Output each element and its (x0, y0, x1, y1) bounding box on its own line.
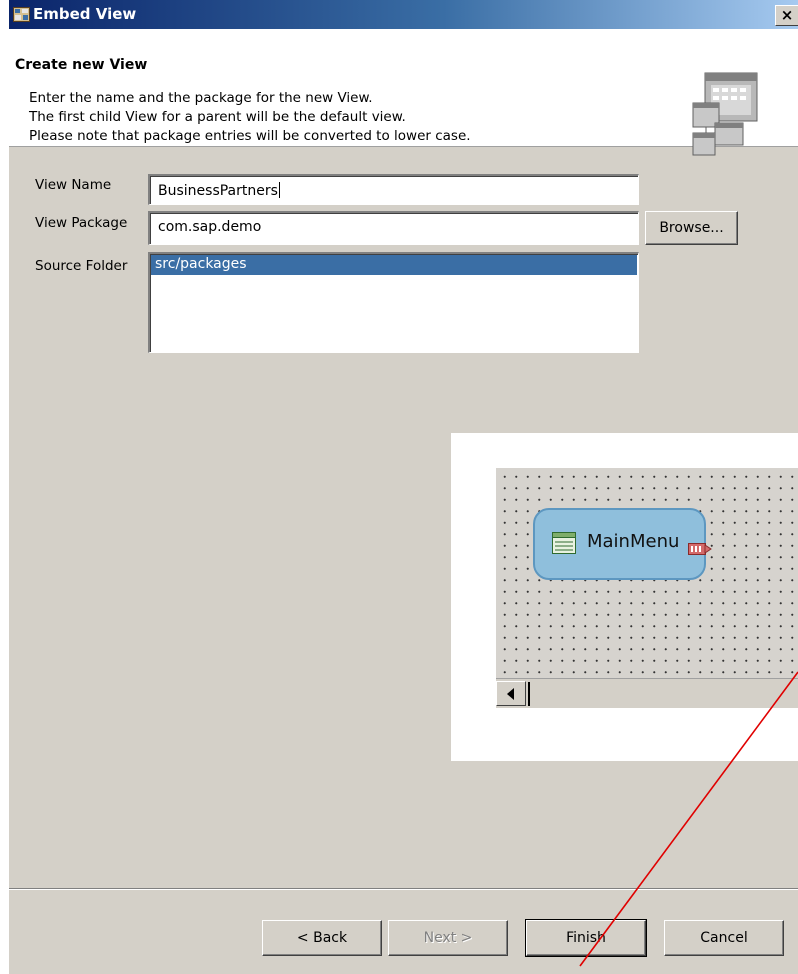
text-caret (278, 182, 280, 198)
outbound-plug-icon[interactable] (688, 543, 712, 555)
cancel-button[interactable]: Cancel (664, 920, 784, 956)
view-name-value: BusinessPartners (158, 183, 278, 199)
source-folder-list[interactable]: src/packages (148, 252, 639, 353)
next-button-label: Next > (423, 930, 473, 946)
source-folder-item[interactable]: src/packages (151, 255, 637, 275)
diagram-canvas[interactable]: MainMenu (496, 468, 798, 708)
description-line-1: Enter the name and the package for the n… (29, 90, 373, 106)
cancel-button-label: Cancel (700, 930, 748, 946)
embed-view-app-icon (13, 7, 30, 22)
back-button-label: < Back (296, 930, 348, 946)
close-button[interactable]: × (775, 5, 798, 26)
diagram-preview-callout: MainMenu (451, 433, 798, 761)
mainmenu-view-node[interactable]: MainMenu (533, 508, 712, 580)
footer-divider (9, 888, 798, 890)
window-title: Embed View (33, 5, 137, 23)
wizard-banner-icon (692, 72, 758, 156)
description-line-2: The first child View for a parent will b… (29, 109, 406, 125)
source-folder-label: Source Folder (35, 258, 128, 274)
description-line-3: Please note that package entries will be… (29, 128, 471, 144)
view-package-input[interactable]: com.sap.demo (148, 211, 639, 245)
finish-button-label: Finish (566, 930, 606, 946)
view-package-value: com.sap.demo (158, 219, 262, 235)
title-bar[interactable]: Embed View × (9, 0, 798, 29)
page-title: Create new View (15, 57, 148, 73)
view-name-label: View Name (35, 177, 112, 193)
wizard-header: Create new View Enter the name and the p… (9, 29, 798, 156)
view-icon (552, 532, 576, 554)
browse-button[interactable]: Browse... (645, 211, 738, 245)
canvas-horizontal-scrollbar[interactable] (496, 678, 798, 708)
scrollbar-track[interactable] (528, 682, 798, 706)
view-package-label: View Package (35, 215, 128, 231)
node-label: MainMenu (587, 531, 680, 552)
view-name-input[interactable]: BusinessPartners (148, 174, 639, 205)
close-icon: × (780, 6, 794, 24)
finish-button[interactable]: Finish (525, 919, 647, 957)
scroll-left-arrow-icon[interactable] (496, 681, 526, 706)
browse-button-label: Browse... (659, 220, 724, 236)
back-button[interactable]: < Back (262, 920, 382, 956)
next-button[interactable]: Next > (388, 920, 508, 956)
page-description: Enter the name and the package for the n… (29, 89, 471, 146)
